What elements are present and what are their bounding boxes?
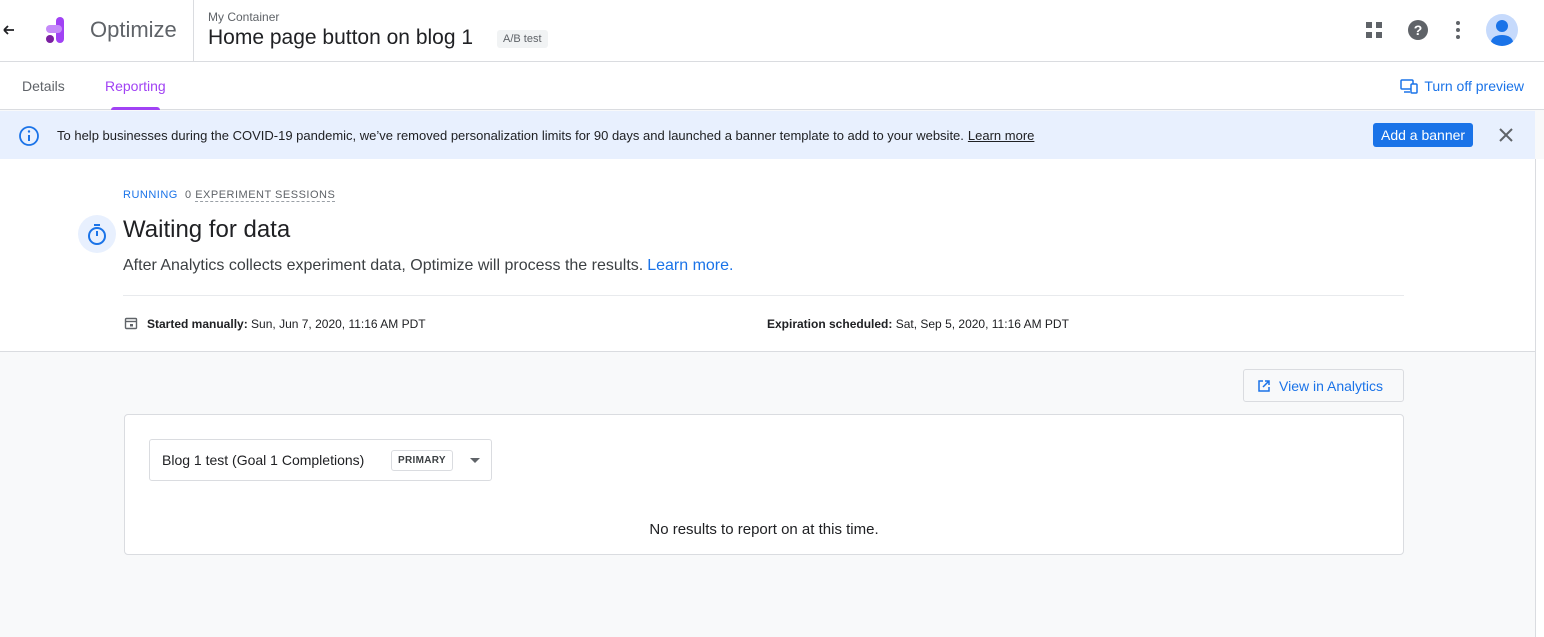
close-icon[interactable] xyxy=(1496,125,1516,145)
calendar-icon xyxy=(124,317,138,330)
primary-badge: PRIMARY xyxy=(391,450,453,471)
more-vert-icon[interactable] xyxy=(1444,16,1472,44)
no-results-message: No results to report on at this time. xyxy=(649,521,879,538)
expiration-info: Expiration scheduled: Sat, Sep 5, 2020, … xyxy=(767,317,1069,331)
add-a-banner-button[interactable]: Add a banner xyxy=(1373,123,1474,147)
description-learn-more-link[interactable]: Learn more. xyxy=(647,257,733,274)
right-edge-panel xyxy=(1535,159,1544,637)
started-info: Started manually: Sun, Jun 7, 2020, 11:1… xyxy=(147,317,426,331)
banner-learn-more-link[interactable]: Learn more xyxy=(968,128,1034,143)
active-tab-indicator xyxy=(111,107,160,110)
covid-banner: To help businesses during the COVID-19 p… xyxy=(0,111,1535,159)
turn-off-preview-label: Turn off preview xyxy=(1424,78,1524,94)
help-icon[interactable]: ? xyxy=(1404,16,1432,44)
experiment-sessions: 0 EXPERIMENT SESSIONS xyxy=(185,189,336,202)
banner-text: To help businesses during the COVID-19 p… xyxy=(57,128,964,143)
objective-dropdown[interactable]: Blog 1 test (Goal 1 Completions) PRIMARY xyxy=(149,439,492,481)
waiting-description-text: After Analytics collects experiment data… xyxy=(123,257,644,274)
tab-bar: Details Reporting Turn off preview xyxy=(0,62,1544,110)
dropdown-caret-icon xyxy=(470,458,480,463)
back-arrow-icon[interactable] xyxy=(0,18,20,42)
expiration-label: Expiration scheduled: xyxy=(767,317,893,331)
tab-details[interactable]: Details xyxy=(22,78,65,94)
optimize-logo-icon xyxy=(46,17,64,43)
section-divider xyxy=(123,295,1404,296)
app-header: Optimize My Container Home page button o… xyxy=(0,0,1544,62)
apps-grid-icon[interactable] xyxy=(1360,16,1388,44)
view-in-analytics-button[interactable]: View in Analytics xyxy=(1243,369,1404,402)
brand-name: Optimize xyxy=(90,17,177,42)
container-name[interactable]: My Container xyxy=(208,10,279,24)
objective-name: Blog 1 test (Goal 1 Completions) xyxy=(162,452,365,468)
user-avatar-icon xyxy=(1491,20,1513,46)
waiting-title: Waiting for data xyxy=(123,216,291,243)
sessions-count: 0 xyxy=(185,189,192,201)
open-external-icon xyxy=(1258,379,1270,392)
expiration-value: Sat, Sep 5, 2020, 11:16 AM PDT xyxy=(895,317,1069,331)
running-status: RUNNING xyxy=(123,189,178,201)
waiting-description: After Analytics collects experiment data… xyxy=(123,257,733,275)
test-type-badge: A/B test xyxy=(497,30,548,48)
preview-devices-icon xyxy=(1400,79,1419,94)
started-value: Sun, Jun 7, 2020, 11:16 AM PDT xyxy=(251,317,426,331)
header-divider xyxy=(193,0,194,62)
turn-off-preview-button[interactable]: Turn off preview xyxy=(1400,78,1524,94)
account-avatar[interactable] xyxy=(1486,14,1518,46)
timer-icon-wrap xyxy=(78,215,116,253)
sessions-label[interactable]: EXPERIMENT SESSIONS xyxy=(195,189,336,202)
started-label: Started manually: xyxy=(147,317,248,331)
timer-icon xyxy=(88,224,106,245)
tab-reporting[interactable]: Reporting xyxy=(105,78,166,94)
view-in-analytics-label: View in Analytics xyxy=(1279,377,1384,394)
page-title: Home page button on blog 1 xyxy=(208,26,474,49)
info-icon xyxy=(19,126,39,146)
svg-text:?: ? xyxy=(1414,22,1423,38)
banner-message: To help businesses during the COVID-19 p… xyxy=(57,128,1034,143)
results-card: Blog 1 test (Goal 1 Completions) PRIMARY… xyxy=(124,414,1404,555)
experiment-status-section: RUNNING 0 EXPERIMENT SESSIONS Waiting fo… xyxy=(0,159,1535,352)
